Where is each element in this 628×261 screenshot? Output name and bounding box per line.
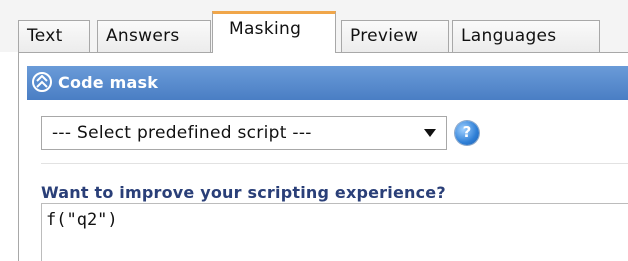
tab-text[interactable]: Text xyxy=(18,20,90,52)
help-icon[interactable]: ? xyxy=(455,121,479,145)
masking-panel: Code mask --- Select predefined script -… xyxy=(18,52,628,261)
tab-strip: Text Answers Masking Preview Languages xyxy=(0,0,628,53)
predefined-script-select[interactable]: --- Select predefined script --- xyxy=(41,116,447,150)
double-chevron-up-icon[interactable] xyxy=(32,72,52,92)
code-mask-header[interactable]: Code mask xyxy=(27,66,628,100)
tab-preview-label: Preview xyxy=(350,26,419,46)
code-editor[interactable]: f("q2") xyxy=(41,203,628,261)
section-title: Code mask xyxy=(58,73,159,92)
dropdown-arrow-icon xyxy=(424,129,436,137)
tab-answers-label: Answers xyxy=(106,26,180,46)
tab-languages[interactable]: Languages xyxy=(452,20,600,52)
tab-text-label: Text xyxy=(27,26,63,46)
tab-preview[interactable]: Preview xyxy=(341,20,449,52)
predefined-script-value: --- Select predefined script --- xyxy=(52,123,312,143)
divider xyxy=(41,163,628,164)
improve-scripting-link[interactable]: Want to improve your scripting experienc… xyxy=(41,183,446,202)
tab-masking[interactable]: Masking xyxy=(212,11,336,53)
tab-languages-label: Languages xyxy=(461,26,557,46)
code-editor-text: f("q2") xyxy=(46,210,118,230)
tab-masking-label: Masking xyxy=(229,19,302,39)
masking-editor: Text Answers Masking Preview Languages C… xyxy=(0,0,628,261)
tab-answers[interactable]: Answers xyxy=(97,20,211,52)
help-glyph: ? xyxy=(462,123,472,141)
